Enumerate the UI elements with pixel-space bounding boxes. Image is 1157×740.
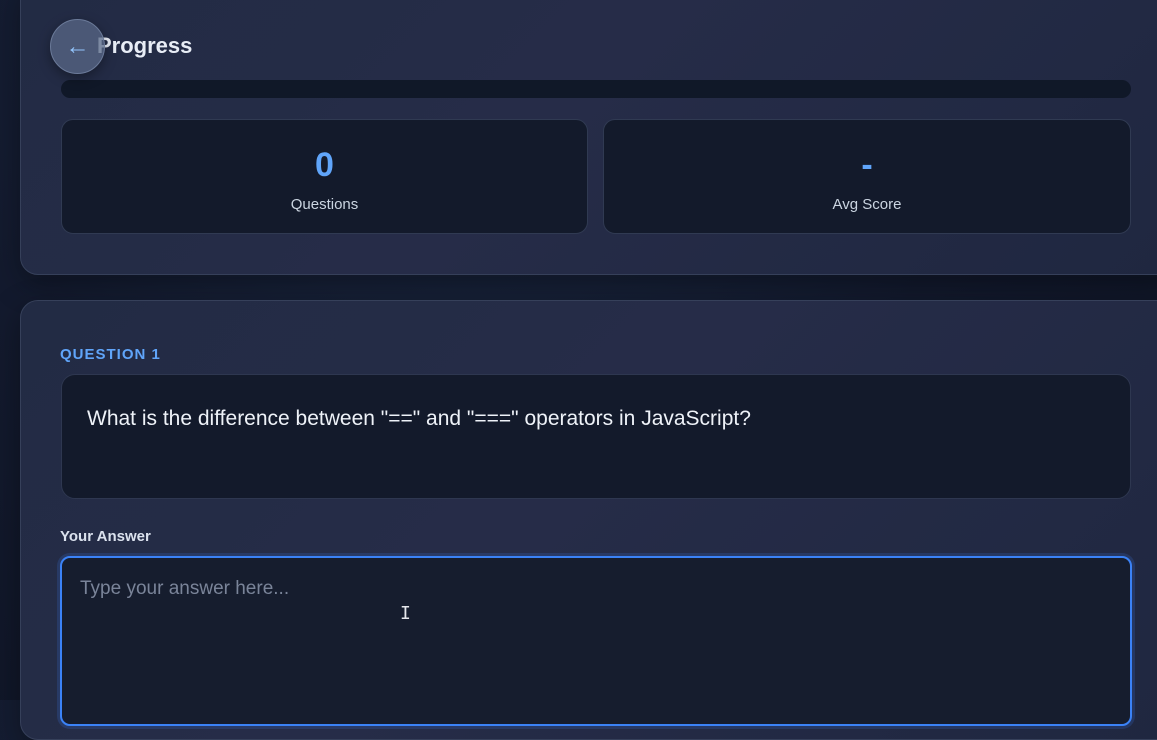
stat-value-avg-score: - xyxy=(861,146,873,184)
progress-title: Progress xyxy=(97,33,193,58)
back-button[interactable]: ← xyxy=(50,19,105,74)
progress-bar xyxy=(61,80,1131,98)
stat-card-avg-score: - Avg Score xyxy=(603,119,1131,234)
stat-value-questions: 0 xyxy=(315,146,334,184)
question-card: What is the difference between "==" and … xyxy=(61,374,1131,499)
stat-label-questions: Questions xyxy=(290,196,359,213)
answer-label: Your Answer xyxy=(60,528,151,545)
answer-input[interactable] xyxy=(60,556,1132,726)
question-text: What is the difference between "==" and … xyxy=(87,407,751,430)
arrow-left-icon: ← xyxy=(65,32,90,60)
stat-card-questions: 0 Questions xyxy=(61,119,588,234)
question-number: QUESTION 1 xyxy=(60,346,161,363)
stat-label-avg-score: Avg Score xyxy=(832,196,902,213)
